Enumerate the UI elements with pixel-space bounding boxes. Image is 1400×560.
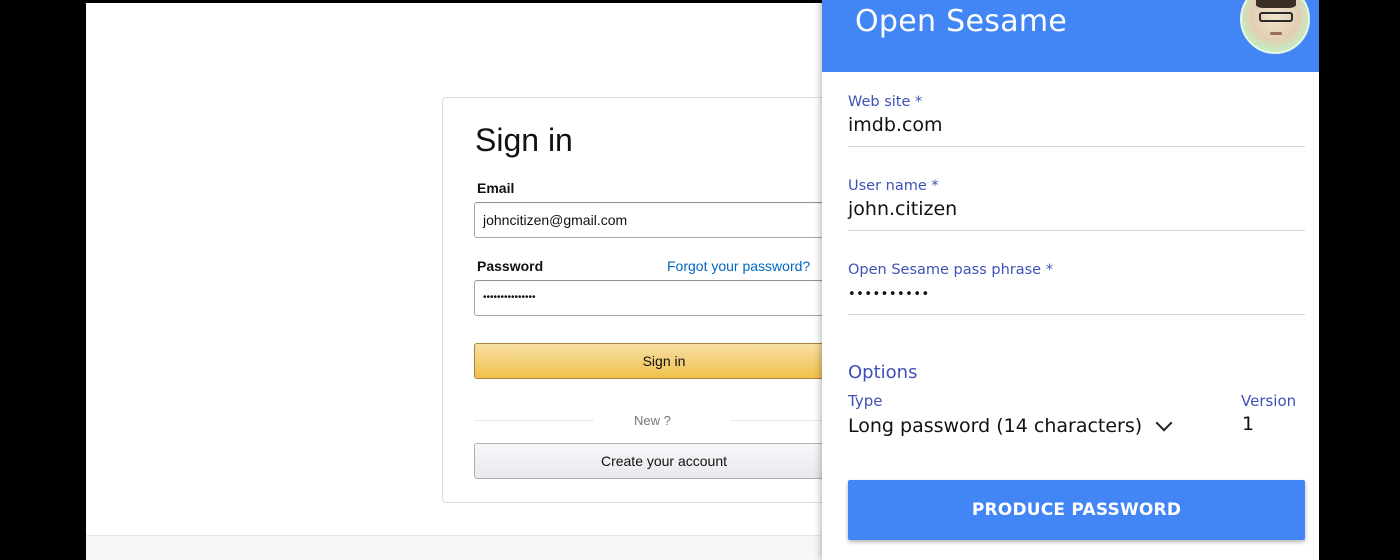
website-underline (848, 146, 1305, 147)
username-underline (848, 230, 1305, 231)
version-input[interactable]: 1 (1242, 413, 1254, 435)
website-input[interactable]: imdb.com (848, 114, 1305, 140)
type-label: Type (848, 392, 883, 410)
popup-title: Open Sesame (855, 4, 1068, 39)
password-input[interactable]: ••••••••••••••• (474, 280, 854, 316)
passphrase-label: Open Sesame pass phrase * (848, 262, 1053, 278)
avatar-hair (1256, 0, 1296, 8)
signin-button[interactable]: Sign in (474, 343, 854, 379)
chevron-down-icon (1155, 414, 1173, 432)
forgot-password-link[interactable]: Forgot your password? (667, 258, 810, 274)
divider-text: New ? (634, 413, 671, 428)
passphrase-input[interactable]: •••••••••• (848, 282, 1305, 308)
new-customer-divider: New ? (474, 413, 854, 428)
right-black-margin (1319, 0, 1400, 560)
options-heading: Options (848, 362, 918, 383)
email-label: Email (477, 180, 515, 196)
username-label: User name * (848, 178, 939, 194)
produce-password-button[interactable]: PRODUCE PASSWORD (848, 480, 1305, 540)
open-sesame-popup: Open Sesame Web site * imdb.com User nam… (822, 0, 1319, 560)
signin-card: Sign in Email johncitizen@gmail.com Pass… (442, 97, 862, 503)
type-select[interactable]: Long password (14 characters) (848, 412, 1173, 440)
username-input[interactable]: john.citizen (848, 198, 1305, 224)
type-selected-value: Long password (14 characters) (848, 415, 1143, 437)
website-label: Web site * (848, 94, 923, 110)
passphrase-field[interactable]: Open Sesame pass phrase * •••••••••• (848, 262, 1305, 315)
password-label: Password (477, 258, 544, 274)
username-field[interactable]: User name * john.citizen (848, 178, 1305, 231)
avatar-glasses (1259, 12, 1293, 22)
create-account-button[interactable]: Create your account (474, 443, 854, 479)
version-label: Version (1241, 392, 1297, 410)
email-input[interactable]: johncitizen@gmail.com (474, 202, 854, 238)
left-black-margin (0, 0, 86, 560)
signin-title: Sign in (475, 122, 573, 158)
popup-header: Open Sesame (822, 0, 1319, 72)
avatar-mouth (1270, 32, 1282, 35)
website-field[interactable]: Web site * imdb.com (848, 94, 1305, 147)
user-avatar-icon[interactable] (1240, 0, 1310, 54)
divider-line-left (474, 420, 594, 421)
passphrase-underline (848, 314, 1305, 315)
